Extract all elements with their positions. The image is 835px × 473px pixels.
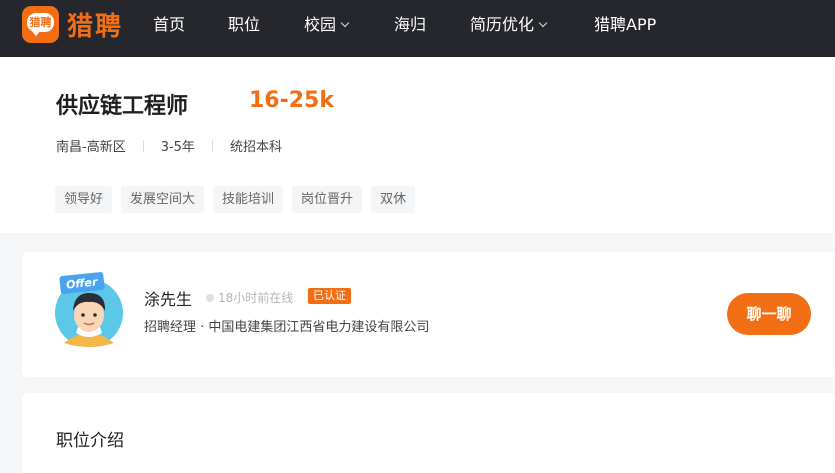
job-tags: 领导好 发展空间大 技能培训 岗位晋升 双休 [55,186,424,213]
nav-item-label: 首页 [153,15,186,34]
job-header: 供应链工程师 16-25k 南昌-高新区 3-5年 统招本科 领导好 发展空间大… [0,57,835,233]
online-status-text: 18小时前在线 [218,291,294,305]
divider [211,139,213,152]
job-location: 南昌-高新区 [56,140,126,155]
avatar[interactable]: Offer [54,271,124,347]
nav-item-label: 简历优化 [470,15,535,34]
job-tag: 岗位晋升 [292,186,363,213]
nav-item-label: 猎聘APP [594,15,657,34]
logo-icon: 猎聘 [22,6,59,43]
nav-item-label: 职位 [228,15,261,34]
nav-item-app[interactable]: 猎聘APP [594,14,656,36]
recruiter-info: 招聘经理 · 中国电建集团江西省电力建设有限公司 [144,320,430,335]
section-title: 职位介绍 [56,431,124,451]
job-description-section: 职位介绍 [22,393,835,473]
job-salary: 16-25k [249,88,334,113]
verified-badge: 已认证 [308,288,351,304]
job-education: 统招本科 [229,140,282,155]
job-tag: 双休 [371,186,416,213]
status-dot-icon [206,293,214,302]
chat-button[interactable]: 聊一聊 [727,293,811,335]
job-title: 供应链工程师 [56,94,189,119]
job-meta: 南昌-高新区 3-5年 统招本科 [56,136,282,155]
online-status: 18小时前在线 [206,289,293,306]
nav-item-campus[interactable]: 校园 [304,14,350,36]
job-tag: 领导好 [55,186,113,213]
logo-text: 猎聘 [67,12,124,42]
job-tag: 技能培训 [213,186,284,213]
chevron-down-icon [538,18,548,28]
divider [142,139,144,152]
nav-item-overseas[interactable]: 海归 [394,14,426,36]
top-nav-bar: 猎聘 猎聘 首页 职位 校园 海归 简历优化 猎聘APP [0,0,835,57]
job-tag: 发展空间大 [121,186,205,213]
nav-item-jobs[interactable]: 职位 [228,14,260,36]
nav-item-home[interactable]: 首页 [153,14,185,36]
nav-item-label: 海归 [394,15,427,34]
nav-item-resume-optimize[interactable]: 简历优化 [470,14,548,36]
site-logo[interactable]: 猎聘 猎聘 [22,6,123,43]
recruiter-avatar-icon: Offer [55,272,123,347]
job-experience: 3-5年 [160,140,195,155]
nav-item-label: 校园 [304,15,337,34]
recruiter-card: Offer 涂先生 18小时前在线 已认证 招聘经理 · 中国电建集团江西省电力… [22,252,835,377]
chevron-down-icon [340,18,350,28]
recruiter-name: 涂先生 [144,290,193,309]
